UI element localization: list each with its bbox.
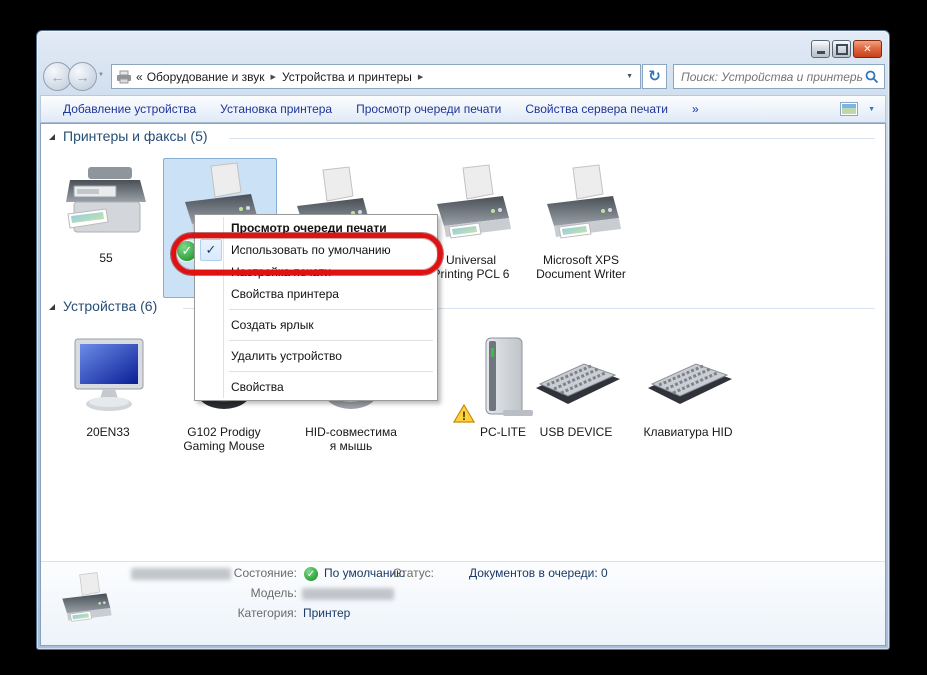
address-bar[interactable]: « Оборудование и звук ▶ Устройства и при… bbox=[111, 64, 641, 89]
devices-section-title[interactable]: Устройства (6) bbox=[63, 298, 157, 314]
device-label: Клавиатура HID bbox=[644, 425, 733, 439]
printer-item-xps-writer[interactable]: Microsoft XPS Document Writer bbox=[521, 164, 641, 281]
annotation-highlight-ellipse bbox=[171, 233, 443, 275]
device-item-hid-keyboard[interactable]: Клавиатура HID bbox=[628, 336, 748, 439]
selected-printer-icon bbox=[53, 570, 117, 630]
minimize-button[interactable] bbox=[811, 40, 830, 58]
menu-item-remove-device[interactable]: Удалить устройство bbox=[197, 345, 435, 367]
search-box[interactable] bbox=[673, 64, 885, 89]
collapse-printers-icon[interactable] bbox=[49, 134, 55, 140]
menu-separator bbox=[229, 309, 433, 310]
breadcrumb-collapse[interactable]: « bbox=[136, 70, 143, 84]
command-toolbar: Добавление устройства Установка принтера… bbox=[40, 95, 886, 123]
default-status-check-icon: ✓ bbox=[303, 566, 319, 582]
keyboard-icon bbox=[528, 336, 624, 420]
warning-icon: ! bbox=[453, 404, 475, 424]
category-value: Принтер bbox=[303, 606, 350, 620]
toolbar-add-printer[interactable]: Установка принтера bbox=[208, 99, 344, 119]
navigation-bar: ← → ▼ « Оборудование и звук ▶ Устройства… bbox=[37, 59, 889, 95]
details-pane: Состояние: ✓ По умолчанию Статус: Докуме… bbox=[41, 561, 885, 645]
address-dropdown-icon[interactable]: ▼ bbox=[626, 73, 636, 80]
printer-label: 55 bbox=[99, 251, 112, 265]
toolbar-view-print-queue[interactable]: Просмотр очереди печати bbox=[344, 99, 513, 119]
close-button[interactable]: ✕ bbox=[853, 40, 882, 58]
back-icon: ← bbox=[51, 69, 65, 85]
queue-status-value: Документов в очереди: 0 bbox=[469, 566, 608, 580]
device-item-usb-keyboard[interactable]: USB DEVICE bbox=[516, 336, 636, 439]
keyboard-icon bbox=[640, 336, 736, 420]
location-printer-icon bbox=[116, 70, 132, 84]
screenshot-canvas: ✕ ← → ▼ « Оборудование и звук ▶ Устройст… bbox=[0, 0, 927, 675]
printer-label: Microsoft XPS Document Writer bbox=[536, 253, 626, 281]
forward-icon: → bbox=[76, 69, 90, 85]
status-label: Состояние: bbox=[177, 566, 297, 580]
forward-button[interactable]: → bbox=[68, 62, 97, 91]
view-options-icon[interactable] bbox=[840, 102, 858, 116]
refresh-icon: ↻ bbox=[648, 69, 661, 84]
device-label: 20EN33 bbox=[86, 425, 129, 439]
printer-item-55[interactable]: 55 bbox=[46, 162, 166, 265]
queue-status-label: Статус: bbox=[374, 566, 434, 580]
breadcrumb-separator-icon[interactable]: ▶ bbox=[271, 73, 276, 81]
minimize-icon bbox=[817, 51, 825, 54]
toolbar-add-device[interactable]: Добавление устройства bbox=[51, 99, 208, 119]
menu-separator bbox=[229, 371, 433, 372]
menu-separator bbox=[229, 340, 433, 341]
search-icon[interactable] bbox=[865, 70, 879, 84]
device-label: HID-совместима я мышь bbox=[305, 425, 397, 453]
monitor-icon bbox=[60, 336, 156, 420]
view-options-dropdown-icon[interactable]: ▼ bbox=[868, 106, 875, 113]
window-controls: ✕ bbox=[811, 40, 882, 58]
svg-text:!: ! bbox=[462, 409, 466, 423]
maximize-icon bbox=[836, 44, 848, 55]
collapse-devices-icon[interactable] bbox=[49, 304, 55, 310]
toolbar-overflow-chevron[interactable]: » bbox=[680, 99, 711, 119]
menu-item-properties[interactable]: Свойства bbox=[197, 376, 435, 398]
device-label: USB DEVICE bbox=[540, 425, 613, 439]
model-label: Модель: bbox=[177, 586, 297, 600]
refresh-button[interactable]: ↻ bbox=[642, 64, 667, 89]
redacted-model-value bbox=[302, 588, 394, 600]
mfp-printer-icon bbox=[58, 162, 154, 246]
menu-item-create-shortcut[interactable]: Создать ярлык bbox=[197, 314, 435, 336]
breadcrumb-hardware-sound[interactable]: Оборудование и звук bbox=[147, 70, 265, 84]
recent-pages-dropdown[interactable]: ▼ bbox=[98, 72, 104, 78]
device-label: G102 Prodigy Gaming Mouse bbox=[183, 425, 264, 453]
device-item-monitor[interactable]: 20EN33 bbox=[48, 336, 168, 439]
menu-item-printer-properties[interactable]: Свойства принтера bbox=[197, 283, 435, 305]
category-label: Категория: bbox=[177, 606, 297, 620]
printer-label: Universal Printing PCL 6 bbox=[433, 253, 510, 281]
search-input[interactable] bbox=[679, 69, 865, 85]
breadcrumb-separator-icon[interactable]: ▶ bbox=[418, 73, 423, 81]
breadcrumb-devices-printers[interactable]: Устройства и принтеры bbox=[282, 70, 412, 84]
maximize-button[interactable] bbox=[832, 40, 851, 58]
printer-icon bbox=[533, 164, 629, 248]
content-area: Принтеры и факсы (5) 55 Universal Printi… bbox=[40, 123, 886, 646]
explorer-window: ✕ ← → ▼ « Оборудование и звук ▶ Устройст… bbox=[36, 30, 890, 650]
printers-section-rule bbox=[229, 138, 875, 139]
toolbar-print-server-properties[interactable]: Свойства сервера печати bbox=[513, 99, 680, 119]
printers-section-title[interactable]: Принтеры и факсы (5) bbox=[63, 128, 208, 144]
close-icon: ✕ bbox=[863, 44, 871, 55]
